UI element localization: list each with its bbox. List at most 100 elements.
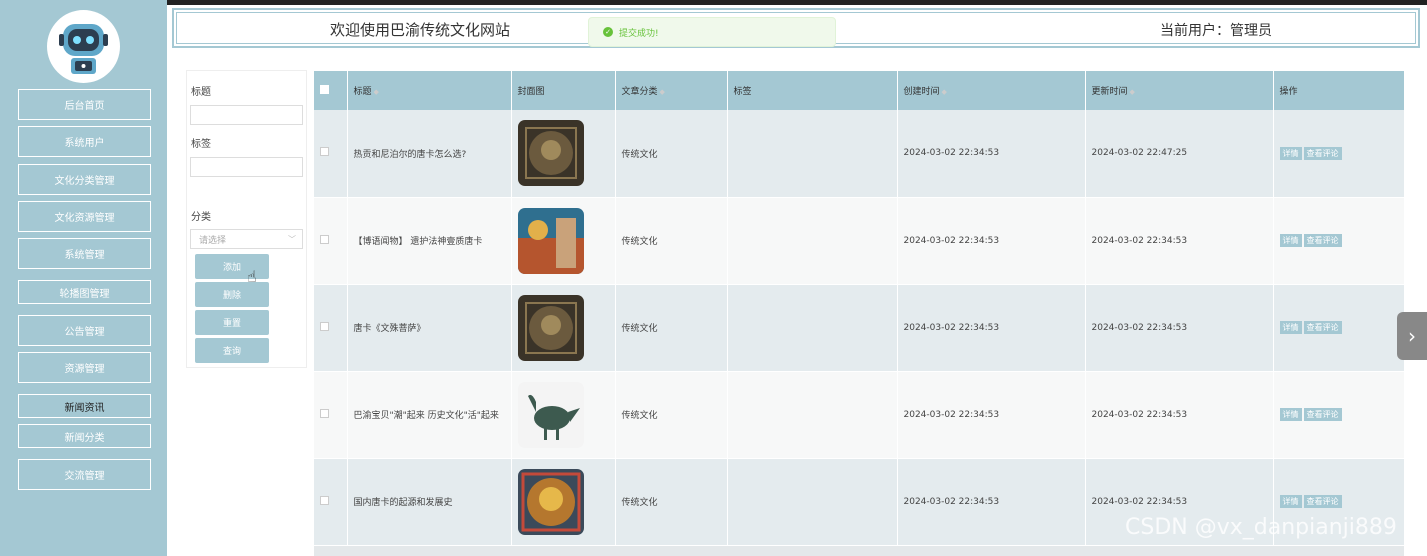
row-cover: [511, 110, 616, 198]
window-top-bar: [0, 0, 1427, 5]
row-checkbox[interactable]: [320, 408, 329, 418]
row-checkbox[interactable]: [320, 234, 329, 244]
sidebar-item-announcement[interactable]: 公告管理: [18, 315, 151, 346]
row-checkbox[interactable]: [320, 495, 329, 505]
view-comments-button[interactable]: 查看评论: [1303, 495, 1342, 508]
tag-label: 标签: [191, 139, 211, 150]
sidebar-item-system-manage[interactable]: 系统管理: [18, 238, 151, 269]
row-checkbox[interactable]: [320, 321, 329, 331]
category-select[interactable]: 请选择 ﹀: [190, 229, 303, 249]
table-row: 巴渝宝贝"潮"起来 历史文化"活"起来 传统文化 2024-03-02 22:3…: [314, 371, 1404, 459]
header-title[interactable]: 标题 ◆: [347, 71, 512, 110]
data-table: 标题 ◆ 封面图 文章分类 ◆ 标签 创建时间 ◆ 更新时间 ◆ 操作 热贡和尼泊尔的唐…: [314, 71, 1404, 556]
sidebar-item-system-users[interactable]: 系统用户: [18, 126, 151, 157]
row-category: 传统文化: [615, 284, 728, 372]
detail-button[interactable]: 详情: [1279, 495, 1302, 508]
sidebar-item-resource[interactable]: 资源管理: [18, 352, 151, 383]
detail-button[interactable]: 详情: [1279, 146, 1302, 160]
title-input[interactable]: [190, 105, 303, 125]
site-title: 欢迎使用巴渝传统文化网站: [330, 21, 511, 39]
row-cover: [511, 284, 616, 372]
cover-image: [517, 468, 584, 535]
row-category: 传统文化: [615, 371, 728, 459]
sidebar-item-carousel[interactable]: 轮播图管理: [18, 280, 151, 304]
header-category[interactable]: 文章分类 ◆: [615, 71, 728, 110]
row-tags: [727, 197, 898, 285]
sidebar-item-exchange[interactable]: 交流管理: [18, 459, 151, 490]
select-all-cell[interactable]: [314, 71, 348, 110]
row-created: 2024-03-02 22:34:53: [897, 110, 1086, 198]
row-title: 热贡和尼泊尔的唐卡怎么选?: [347, 110, 512, 198]
select-all-checkbox[interactable]: [320, 84, 329, 94]
avatar: [47, 10, 120, 83]
sort-icon: ◆: [941, 88, 947, 96]
row-title: 【博语闻物】 遗护法神壹质唐卡: [347, 197, 512, 285]
row-updated: 2024-03-02 22:34:53: [1085, 284, 1274, 372]
table-row: 【博语闻物】 遗护法神壹质唐卡 传统文化 2024-03-02 22:34:53…: [314, 197, 1404, 285]
row-created: 2024-03-02 22:34:53: [897, 458, 1086, 546]
search-panel: 标题 标签 分类 请选择 ﹀ 添加 删除 重置 查询 ☝: [186, 70, 307, 368]
hand-cursor-icon: ☝: [247, 267, 257, 286]
category-placeholder: 请选择: [199, 235, 227, 246]
view-comments-button[interactable]: 查看评论: [1303, 408, 1342, 421]
row-checkbox[interactable]: [320, 147, 329, 157]
row-created: 2024-03-02 22:34:53: [897, 371, 1086, 459]
title-label: 标题: [191, 87, 211, 98]
sidebar-item-culture-resource[interactable]: 文化资源管理: [18, 201, 151, 232]
header-updated[interactable]: 更新时间 ◆: [1085, 71, 1274, 110]
view-comments-button[interactable]: 查看评论: [1303, 146, 1342, 160]
sidebar-item-news-category[interactable]: 新闻分类: [18, 424, 151, 448]
chevron-right-icon[interactable]: ›: [1397, 312, 1427, 360]
row-category: 传统文化: [615, 197, 728, 285]
detail-button[interactable]: 详情: [1279, 321, 1302, 334]
row-tags: [727, 458, 898, 546]
cover-image: [517, 207, 584, 274]
sidebar-item-news[interactable]: 新闻资讯: [18, 394, 151, 418]
row-title: 巴渝宝贝"潮"起来 历史文化"活"起来: [347, 371, 512, 459]
row-cover: [511, 458, 616, 546]
view-comments-button[interactable]: 查看评论: [1303, 234, 1342, 247]
chevron-down-icon: ﹀: [288, 235, 296, 244]
header-cover: 封面图: [511, 71, 616, 110]
row-created: 2024-03-02 22:34:53: [897, 197, 1086, 285]
success-toast: ✓ 提交成功!: [588, 17, 836, 47]
sidebar-item-dashboard[interactable]: 后台首页: [18, 89, 151, 120]
cover-image: [517, 381, 584, 448]
row-title: 国内唐卡的起源和发展史: [347, 458, 512, 546]
detail-button[interactable]: 详情: [1279, 408, 1302, 421]
header-actions: 操作: [1273, 71, 1404, 110]
table-row: 唐卡《文殊菩萨》 传统文化 2024-03-02 22:34:53 2024-0…: [314, 284, 1404, 372]
table-row: 热贡和尼泊尔的唐卡怎么选? 传统文化 2024-03-02 22:34:53 2…: [314, 110, 1404, 198]
sort-icon: ◆: [373, 88, 379, 96]
check-circle-icon: ✓: [603, 27, 613, 37]
watermark: CSDN @vx_danpianji889: [1125, 515, 1397, 540]
detail-button[interactable]: 详情: [1279, 234, 1302, 247]
header-tags: 标签: [727, 71, 898, 110]
row-tags: [727, 371, 898, 459]
add-button[interactable]: 添加: [195, 254, 269, 279]
row-updated: 2024-03-02 22:47:25: [1085, 110, 1274, 198]
reset-button[interactable]: 重置: [195, 310, 269, 335]
current-user: 当前用户：管理员: [1160, 23, 1272, 39]
cover-image: [517, 120, 584, 187]
cover-image: [517, 294, 584, 361]
row-category: 传统文化: [615, 458, 728, 546]
row-updated: 2024-03-02 22:34:53: [1085, 371, 1274, 459]
row-category: 传统文化: [615, 110, 728, 198]
category-label: 分类: [191, 212, 211, 223]
row-updated: 2024-03-02 22:34:53: [1085, 197, 1274, 285]
row-tags: [727, 284, 898, 372]
row-tags: [727, 110, 898, 198]
view-comments-button[interactable]: 查看评论: [1303, 321, 1342, 334]
row-cover: [511, 197, 616, 285]
table-header-row: 标题 ◆ 封面图 文章分类 ◆ 标签 创建时间 ◆ 更新时间 ◆ 操作: [314, 71, 1404, 110]
tag-input[interactable]: [190, 157, 303, 177]
sort-icon: ◆: [659, 88, 665, 96]
row-created: 2024-03-02 22:34:53: [897, 284, 1086, 372]
row-title: 唐卡《文殊菩萨》: [347, 284, 512, 372]
header-created[interactable]: 创建时间 ◆: [897, 71, 1086, 110]
sidebar-item-culture-category[interactable]: 文化分类管理: [18, 164, 151, 195]
delete-button[interactable]: 删除: [195, 282, 269, 307]
query-button[interactable]: 查询: [195, 338, 269, 363]
toast-message: 提交成功!: [619, 28, 659, 39]
